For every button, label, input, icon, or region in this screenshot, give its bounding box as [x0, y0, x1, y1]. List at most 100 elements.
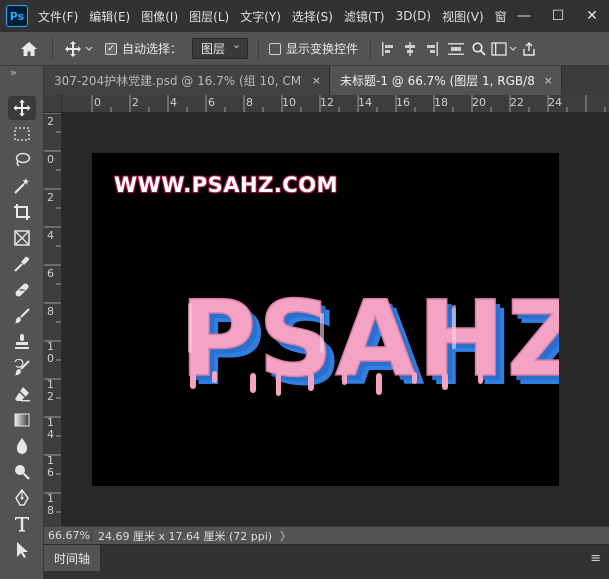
maximize-button[interactable]: ☐ — [541, 0, 575, 32]
move-tool-preset-icon[interactable] — [59, 38, 99, 60]
healing-brush-icon[interactable] — [8, 278, 36, 302]
move-tool-icon[interactable] — [8, 96, 36, 120]
align-center-icon[interactable] — [399, 38, 421, 60]
photoshop-logo: Ps — [6, 5, 28, 27]
document-info: 24.69 厘米 x 17.64 厘米 (72 ppi) — [98, 529, 273, 543]
clone-stamp-icon[interactable] — [8, 330, 36, 354]
magic-wand-icon[interactable] — [8, 174, 36, 198]
ruler-tick-label: 2 — [132, 96, 139, 109]
dodge-tool-icon[interactable] — [8, 460, 36, 484]
crop-tool-icon[interactable] — [8, 200, 36, 224]
vertical-ruler[interactable]: 2 0 2 4 6 8 1 0 1 2 1 4 1 6 1 8 — [44, 113, 62, 526]
divider — [370, 37, 372, 60]
menu-window[interactable]: 窗 — [495, 8, 507, 25]
menu-type[interactable]: 文字(Y) — [240, 8, 281, 25]
watermark-text: WWW.PSAHZ.COM — [114, 173, 338, 197]
tools-panel: ›› — [0, 66, 44, 579]
status-bar: 66.67% 24.69 厘米 x 17.64 厘米 (72 ppi) 〉 — [44, 526, 609, 544]
auto-select-toggle[interactable]: ✓ 自动选择： — [105, 40, 182, 57]
eyedropper-icon[interactable] — [8, 252, 36, 276]
share-icon[interactable] — [519, 38, 539, 60]
menu-file[interactable]: 文件(F) — [38, 8, 78, 25]
search-icon[interactable] — [469, 38, 489, 60]
timeline-panel: 时间轴 ≡ — [44, 544, 609, 579]
ruler-tick-label: 10 — [282, 96, 296, 109]
ruler-tick-label: 2 — [47, 191, 54, 204]
marquee-tool-icon[interactable] — [8, 122, 36, 146]
window-controls: — ☐ ✕ — [507, 0, 609, 32]
minimize-button[interactable]: — — [507, 0, 541, 32]
tab-label: 未标题-1 @ 66.7% (图层 1, RGB/8#) * — [340, 74, 534, 88]
panel-menu-icon[interactable]: ≡ — [590, 551, 601, 566]
history-brush-icon[interactable] — [8, 356, 36, 380]
menu-filter[interactable]: 滤镜(T) — [344, 8, 385, 25]
show-transform-checkbox[interactable] — [269, 42, 282, 55]
ruler-tick-label: 18 — [434, 96, 448, 109]
zoom-level-field[interactable]: 66.67% — [44, 529, 92, 542]
show-transform-label: 显示变换控件 — [286, 42, 359, 56]
align-right-icon[interactable] — [421, 38, 443, 60]
auto-select-target-dropdown[interactable]: 图层 — [192, 38, 249, 59]
ruler-origin[interactable] — [44, 95, 62, 113]
menu-layer[interactable]: 图层(L) — [189, 8, 229, 25]
ruler-tick-label: 8 — [246, 96, 253, 109]
canvas[interactable]: WWW.PSAHZ.COM PSAHZ PSAHZ PSAHZ — [92, 153, 559, 486]
ruler-tick-label: 1 4 — [47, 416, 54, 441]
close-button[interactable]: ✕ — [575, 0, 609, 32]
ruler-tick-label: 20 — [472, 96, 486, 109]
tab-document-1[interactable]: 307-204护林党建.psd @ 16.7% (组 10, CMYK/... … — [44, 66, 330, 95]
frame-tool-icon[interactable] — [8, 226, 36, 250]
close-tab-icon[interactable]: × — [312, 74, 321, 87]
auto-select-checkbox[interactable]: ✓ — [105, 42, 117, 55]
psahz-drip-text-art: PSAHZ PSAHZ PSAHZ — [179, 277, 559, 416]
art-text-front: PSAHZ — [180, 278, 559, 400]
gradient-tool-icon[interactable] — [8, 408, 36, 432]
pen-tool-icon[interactable] — [8, 486, 36, 510]
blur-tool-icon[interactable] — [8, 434, 36, 458]
ruler-tick-label: 1 8 — [47, 492, 54, 517]
document-tab-bar: 307-204护林党建.psd @ 16.7% (组 10, CMYK/... … — [44, 66, 609, 95]
brush-tool-icon[interactable] — [8, 304, 36, 328]
status-menu-arrow[interactable]: 〉 — [280, 528, 291, 544]
close-tab-icon[interactable]: × — [544, 74, 553, 87]
workspace-icon[interactable] — [489, 38, 519, 60]
menu-bar: Ps 文件(F) 编辑(E) 图像(I) 图层(L) 文字(Y) 选择(S) 滤… — [0, 0, 609, 32]
auto-select-label: 自动选择： — [122, 42, 183, 56]
horizontal-ruler[interactable]: 0 2 4 6 8 10 12 14 16 18 20 22 24 — [62, 95, 609, 113]
ruler-tick-label: 12 — [320, 96, 334, 109]
tab-document-2[interactable]: 未标题-1 @ 66.7% (图层 1, RGB/8#) * × — [330, 66, 562, 95]
document-workspace[interactable]: WWW.PSAHZ.COM PSAHZ PSAHZ PSAHZ — [62, 113, 609, 526]
tab-timeline[interactable]: 时间轴 — [44, 545, 102, 571]
ruler-tick-label: 1 0 — [47, 340, 54, 365]
ruler-tick-label: 1 2 — [47, 378, 54, 403]
ruler-tick-label: 16 — [396, 96, 410, 109]
ruler-tick-label: 4 — [170, 96, 177, 109]
lasso-tool-icon[interactable] — [8, 148, 36, 172]
divider — [258, 37, 260, 60]
collapse-panel-icon[interactable]: ›› — [10, 66, 17, 79]
ruler-tick-label: 1 6 — [47, 454, 54, 479]
menu-3d[interactable]: 3D(D) — [396, 9, 431, 23]
menu-edit[interactable]: 编辑(E) — [89, 8, 130, 25]
type-tool-icon[interactable] — [8, 512, 36, 536]
menu-view[interactable]: 视图(V) — [442, 8, 484, 25]
home-icon[interactable] — [12, 38, 46, 60]
ruler-tick-label: 14 — [358, 96, 372, 109]
ruler-tick-label: 24 — [548, 96, 562, 109]
ruler-tick-label: 2 — [47, 115, 54, 128]
options-bar: ✓ 自动选择： 图层 显示变换控件 — [0, 32, 609, 66]
divider — [52, 37, 53, 60]
menu-image[interactable]: 图像(I) — [141, 8, 178, 25]
path-selection-icon[interactable] — [8, 538, 36, 562]
distribute-icon[interactable] — [443, 38, 469, 60]
ruler-tick-label: 4 — [47, 229, 54, 242]
menu-select[interactable]: 选择(S) — [292, 8, 333, 25]
show-transform-toggle[interactable]: 显示变换控件 — [269, 40, 358, 57]
ruler-tick-label: 0 — [94, 96, 101, 109]
eraser-tool-icon[interactable] — [8, 382, 36, 406]
ruler-tick-label: 22 — [510, 96, 524, 109]
ruler-tick-label: 8 — [47, 305, 54, 318]
ruler-tick-label: 6 — [47, 267, 54, 280]
tab-label: 307-204护林党建.psd @ 16.7% (组 10, CMYK/... — [54, 74, 302, 88]
align-left-icon[interactable] — [377, 38, 399, 60]
